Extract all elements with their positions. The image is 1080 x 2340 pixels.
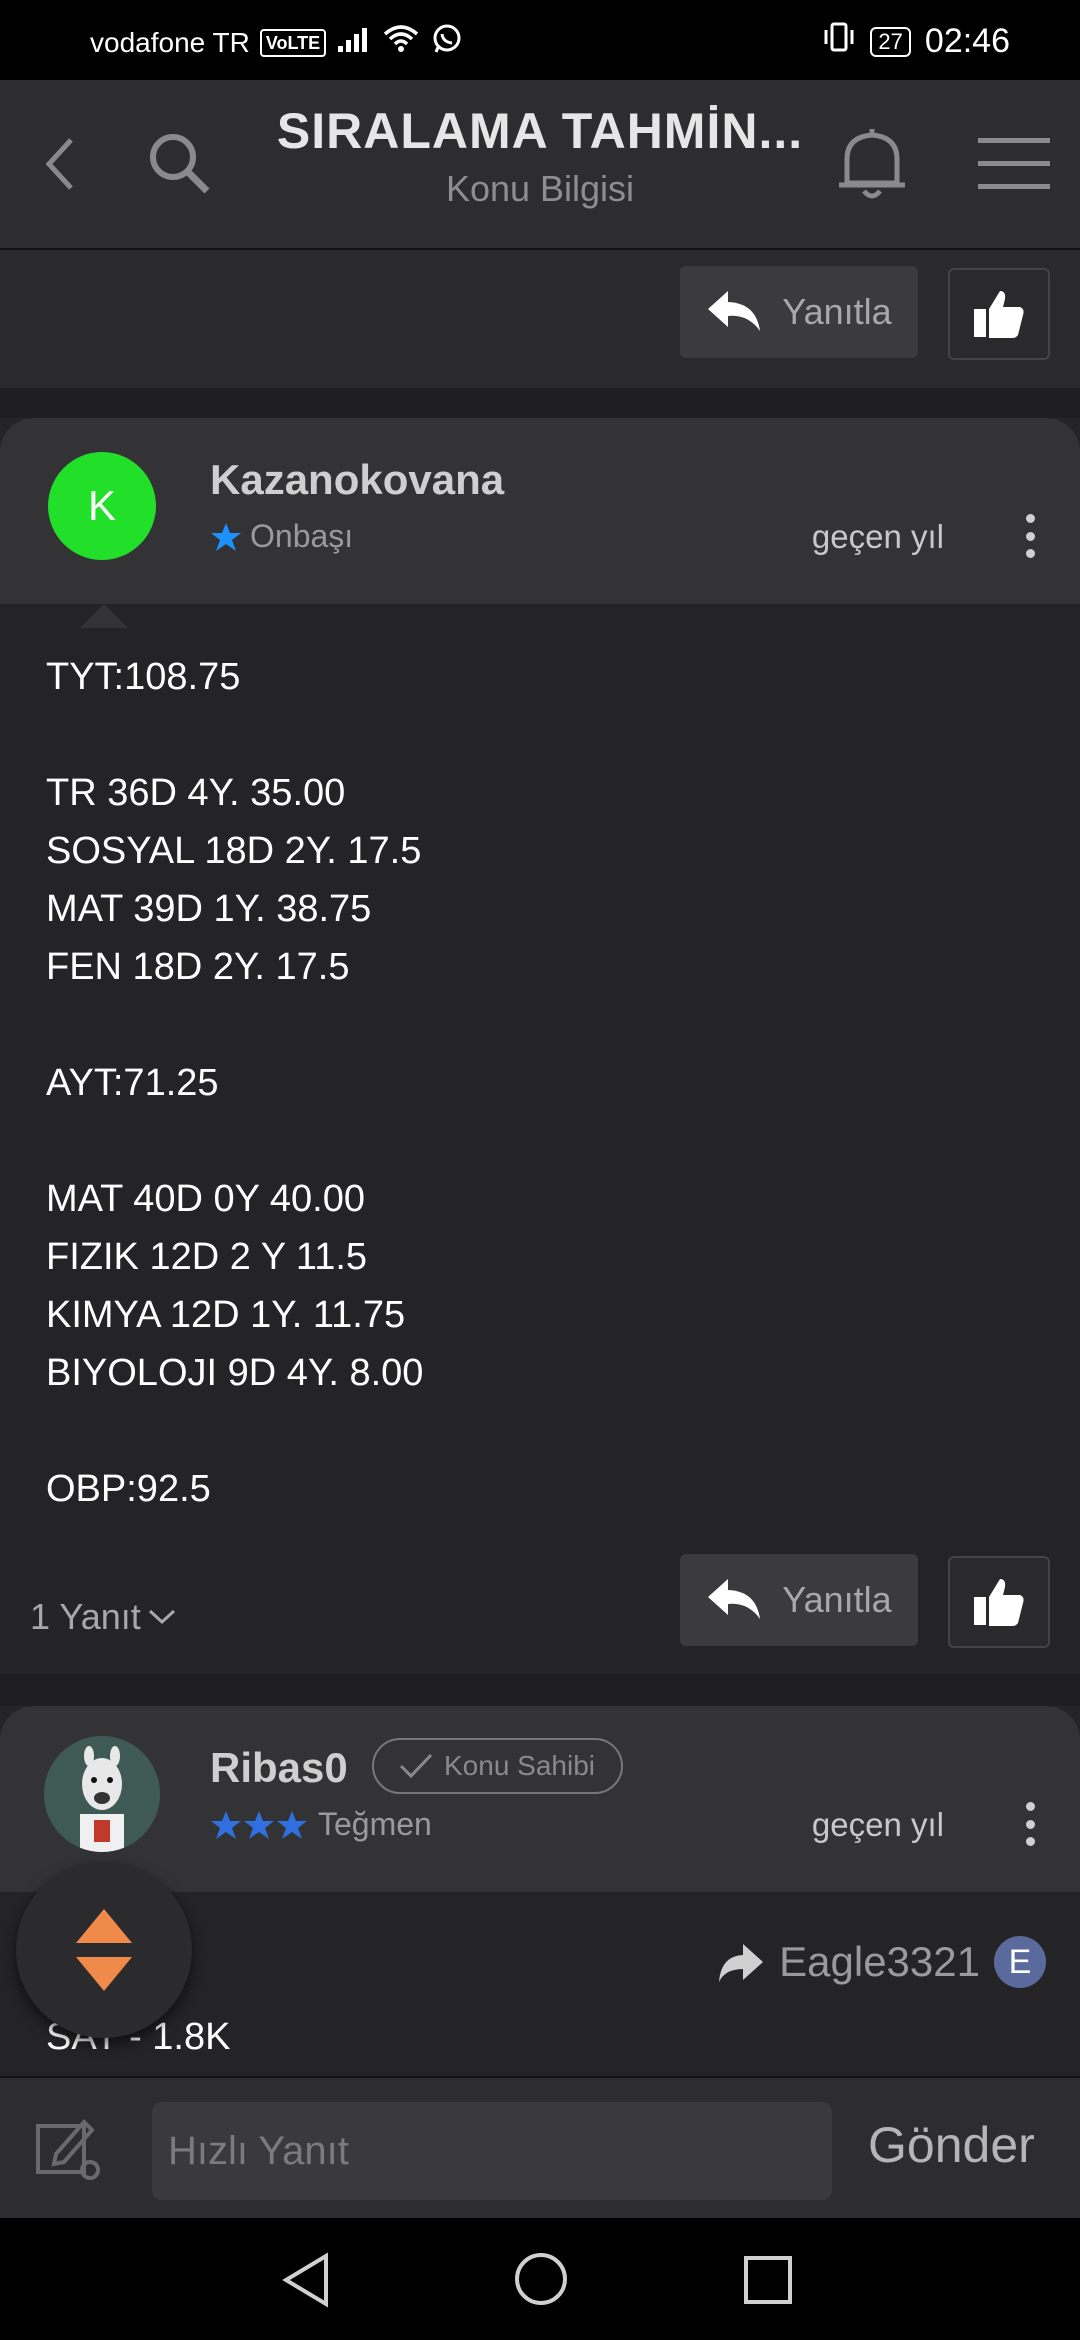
post-time: geçen yıl — [811, 1806, 944, 1843]
status-left: vodafone TR VoLTE — [90, 22, 464, 63]
reply-label: Yanıtla — [782, 291, 892, 332]
hamburger-menu-icon — [978, 138, 1050, 189]
clock: 02:46 — [924, 22, 1010, 60]
post-body: TYT:108.75 TR 36D 4Y. 35.00 SOSYAL 18D 2… — [46, 648, 423, 1518]
post-line: FIZIK 12D 2 Y 11.5 — [46, 1236, 368, 1278]
screen: vodafone TR VoLTE 27 02:46 SIRALAMA TAHM… — [0, 0, 1080, 2340]
search-icon — [150, 134, 210, 194]
status-right: 27 02:46 — [822, 20, 1010, 63]
post-line: BIYOLOJI 9D 4Y. 8.00 — [46, 1352, 424, 1394]
nav-recents-button[interactable] — [742, 2254, 794, 2311]
status-bar: vodafone TR VoLTE 27 02:46 — [0, 0, 1080, 80]
title-block: SIRALAMA TAHMİN... Konu Bilgisi — [250, 102, 830, 210]
vibrate-icon — [822, 20, 856, 63]
reply-button[interactable]: Yanıtla — [680, 1554, 918, 1646]
user-rank: Onbaşı — [210, 518, 353, 555]
send-button[interactable]: Gönder — [868, 2116, 1035, 2174]
nav-home-icon — [515, 2253, 567, 2305]
back-arrow-icon — [45, 138, 73, 190]
notifications-button[interactable] — [832, 124, 912, 204]
quick-reply-input[interactable] — [152, 2102, 832, 2200]
username[interactable]: Ribas0 — [210, 1744, 348, 1792]
replies-count: 1 Yanıt — [30, 1596, 141, 1637]
wifi-icon — [382, 24, 420, 61]
nav-back-icon — [282, 2252, 328, 2308]
scroll-toggle-button[interactable] — [16, 1862, 192, 2038]
post-card: K Kazanokovana Onbaşı geçen yıl TYT:108.… — [0, 418, 1080, 1674]
post-separator — [0, 1674, 1080, 1704]
previous-post-actions: Yanıtla — [0, 250, 1080, 388]
edit-settings-icon — [36, 2119, 100, 2180]
post-line — [46, 1112, 423, 1170]
forward-arrow-icon — [719, 1944, 764, 1982]
whatsapp-icon — [430, 22, 464, 63]
post-line: AYT:71.25 — [46, 1062, 219, 1104]
post-line: TYT:108.75 — [46, 656, 241, 698]
post-line: KIMYA 12D 1Y. 11.75 — [46, 1294, 406, 1336]
llama-avatar-icon — [44, 1736, 160, 1852]
post-line: SOSYAL 18D 2Y. 17.5 — [46, 830, 422, 872]
post-line: MAT 40D 0Y 40.00 — [46, 1178, 365, 1220]
reply-arrow-icon — [708, 1579, 761, 1619]
post-line: FEN 18D 2Y. 17.5 — [46, 946, 350, 988]
header-pointer — [80, 604, 128, 628]
star-icon — [211, 522, 241, 551]
nav-home-button[interactable] — [512, 2250, 570, 2313]
quoted-avatar: E — [994, 1936, 1046, 1988]
avatar[interactable]: K — [48, 452, 156, 560]
quoted-username: Eagle3321 — [779, 1938, 980, 1985]
more-options-icon[interactable] — [1024, 514, 1036, 558]
editor-settings-button[interactable] — [34, 2114, 108, 2193]
reply-button-previous[interactable]: Yanıtla — [680, 266, 918, 358]
system-nav-bar — [0, 2218, 1080, 2340]
post-line: MAT 39D 1Y. 38.75 — [46, 888, 372, 930]
post-header: K Kazanokovana Onbaşı geçen yıl — [0, 418, 1080, 604]
avatar-letter: K — [87, 482, 116, 529]
like-button-previous[interactable] — [948, 268, 1050, 360]
thumbs-up-icon — [974, 291, 1024, 338]
quoted-user[interactable]: Eagle3321 E — [717, 1936, 1046, 1988]
like-button[interactable] — [948, 1556, 1050, 1648]
search-button[interactable] — [140, 124, 220, 204]
menu-button[interactable] — [974, 124, 1054, 204]
post-line: TR 36D 4Y. 35.00 — [46, 772, 346, 814]
post-time: geçen yıl — [811, 518, 944, 555]
check-icon — [399, 1753, 433, 1779]
chevron-down-icon — [148, 1609, 175, 1625]
thumbs-up-icon — [974, 1579, 1024, 1626]
username[interactable]: Kazanokovana — [210, 456, 504, 504]
post-line — [46, 706, 423, 764]
reply-label: Yanıtla — [782, 1579, 892, 1620]
post-line — [46, 996, 423, 1054]
nav-back-button[interactable] — [280, 2252, 332, 2313]
volte-badge: VoLTE — [259, 28, 327, 57]
replies-toggle[interactable]: 1 Yanıt — [30, 1596, 177, 1638]
post-line: OBP:92.5 — [46, 1468, 211, 1510]
user-rank: Teğmen — [210, 1806, 432, 1843]
three-stars-icon — [211, 1810, 307, 1839]
topic-owner-badge: Konu Sahibi — [372, 1738, 624, 1794]
nav-recents-icon — [744, 2256, 792, 2304]
owner-badge-label: Konu Sahibi — [444, 1750, 596, 1781]
up-down-arrows-icon — [76, 1909, 132, 1991]
reply-arrow-icon — [708, 291, 761, 331]
quick-reply-bar: Gönder — [0, 2076, 1080, 2220]
post-line — [46, 1402, 423, 1460]
post-header: Ribas0 Konu Sahibi Teğmen geçen yıl — [0, 1706, 1080, 1892]
more-options-icon[interactable] — [1024, 1802, 1036, 1846]
signal-icon — [336, 24, 372, 61]
battery-indicator: 27 — [870, 26, 911, 57]
bell-icon — [839, 129, 905, 199]
avatar[interactable] — [44, 1736, 160, 1852]
app-bar: SIRALAMA TAHMİN... Konu Bilgisi — [0, 80, 1080, 250]
carrier-label: vodafone TR — [90, 26, 250, 58]
page-subtitle: Konu Bilgisi — [445, 168, 635, 209]
page-title: SIRALAMA TAHMİN... — [276, 103, 804, 159]
rank-label: Onbaşı — [250, 518, 354, 554]
rank-label: Teğmen — [318, 1806, 432, 1842]
back-button[interactable] — [22, 124, 102, 204]
